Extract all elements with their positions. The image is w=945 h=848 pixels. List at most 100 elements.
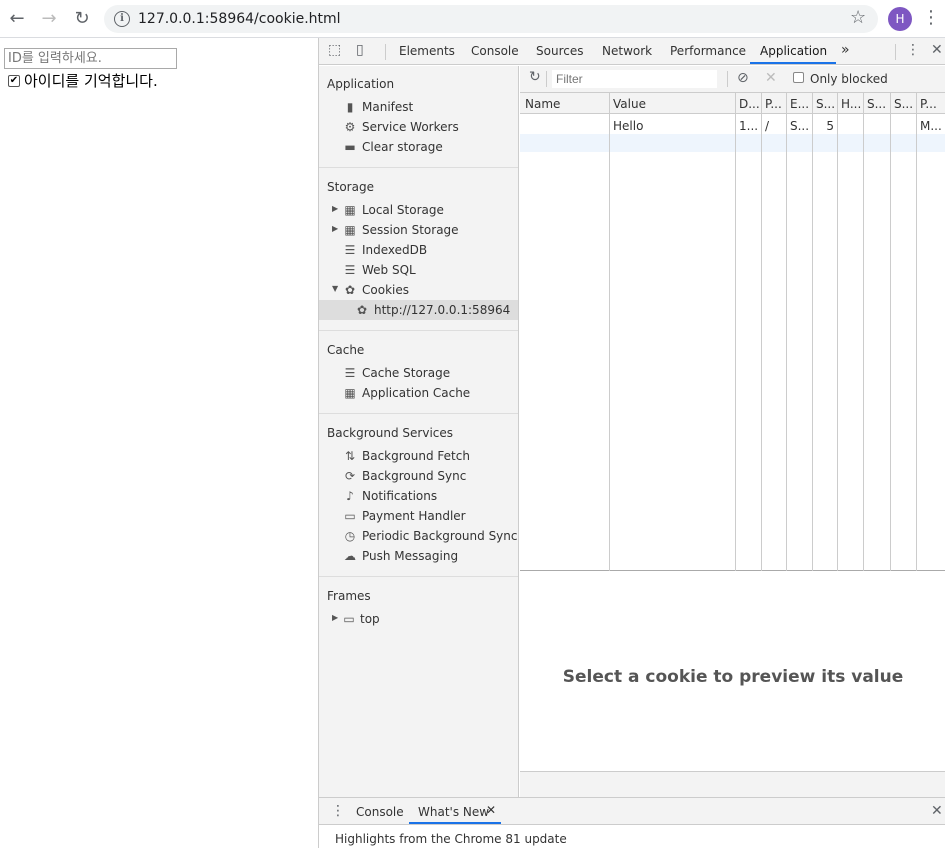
delete-selected-icon[interactable]: ✕ [765,70,777,86]
address-bar[interactable]: i 127.0.0.1:58964/cookie.html ☆ [104,5,878,33]
sidebar-item-indexeddb[interactable]: ☰ IndexedDB [319,240,518,260]
grid-icon: ▦ [344,386,356,400]
whats-new-highlights: Highlights from the Chrome 81 update [335,832,567,846]
devtools-menu-icon[interactable]: ⋮ [906,42,920,58]
device-toolbar-icon[interactable]: ▯ [356,42,364,58]
sidebar-header-application: Application [327,77,395,91]
column-header-httponly[interactable]: H... [841,97,862,111]
sidebar-item-background-fetch[interactable]: ⇅ Background Fetch [319,446,518,466]
cloud-icon: ☁ [344,549,356,563]
table-row-empty[interactable] [520,134,945,152]
cell-value[interactable]: Hello [613,119,731,133]
drawer-tab-console[interactable]: Console [356,805,404,819]
sidebar-header-cache: Cache [327,343,365,357]
column-header-path[interactable]: P... [765,97,785,111]
sidebar-item-cookie-origin[interactable]: ✿ http://127.0.0.1:58964 [319,300,518,320]
credit-card-icon: ▭ [344,509,356,523]
cookies-table: Name Value D... P... E... S... H... S...… [520,93,945,571]
clock-icon: ◷ [344,529,356,543]
forward-icon[interactable]: → [38,8,60,30]
up-down-arrows-icon: ⇅ [344,449,356,463]
tab-application[interactable]: Application [760,44,827,58]
refresh-icon[interactable]: ↻ [529,69,541,85]
sidebar-item-clear-storage[interactable]: ▬ Clear storage [319,137,518,157]
database-icon: ☰ [344,243,356,257]
expand-triangle-icon[interactable]: ▶ [332,613,338,622]
close-tab-icon[interactable]: ✕ [486,803,496,817]
sync-icon: ⟳ [344,469,356,483]
database-icon: ☰ [344,263,356,277]
column-header-size[interactable]: S... [816,97,836,111]
close-devtools-icon[interactable]: ✕ [931,42,943,58]
sidebar-item-push-messaging[interactable]: ☁ Push Messaging [319,546,518,566]
only-blocked-label: Only blocked [810,72,888,86]
avatar[interactable]: H [888,7,912,31]
inspect-element-icon[interactable]: ⬚ [328,42,341,58]
column-header-secure[interactable]: S... [867,97,889,111]
cell-path[interactable]: / [765,119,785,133]
browser-toolbar: ← → ↻ i 127.0.0.1:58964/cookie.html ☆ H … [0,0,945,38]
expand-triangle-icon[interactable]: ▶ [332,204,338,213]
grid-icon: ▦ [344,223,356,237]
cookies-filterbar: ↻ ⊘ ✕ Only blocked [520,66,945,93]
sidebar-item-web-sql[interactable]: ☰ Web SQL [319,260,518,280]
window-icon: ▭ [343,612,355,626]
only-blocked-checkbox[interactable] [793,72,804,83]
column-header-priority[interactable]: P... [920,97,945,111]
preview-footer [520,771,945,797]
tab-sources[interactable]: Sources [536,44,583,58]
sidebar-item-service-workers[interactable]: ⚙ Service Workers [319,117,518,137]
close-drawer-icon[interactable]: ✕ [931,803,943,819]
info-icon[interactable]: i [114,11,130,27]
tab-network[interactable]: Network [602,44,652,58]
remember-checkbox-row[interactable]: ✔ 아이디를 기억합니다. [8,70,158,91]
more-tabs-icon[interactable]: » [841,42,850,58]
filter-input[interactable] [552,70,717,88]
expand-triangle-icon[interactable]: ▶ [332,224,338,233]
sidebar-item-periodic-background-sync[interactable]: ◷ Periodic Background Sync [319,526,518,546]
sidebar-item-payment-handler[interactable]: ▭ Payment Handler [319,506,518,526]
tab-console[interactable]: Console [471,44,519,58]
clear-all-icon[interactable]: ⊘ [737,70,749,86]
sidebar-header-background-services: Background Services [327,426,454,440]
devtools-tabbar: ⬚ ▯ Elements Console Sources Network Per… [319,38,945,65]
url-text: 127.0.0.1:58964/cookie.html [138,11,341,27]
cookie-icon: ✿ [356,303,368,317]
sidebar-item-session-storage[interactable]: ▶ ▦ Session Storage [319,220,518,240]
id-input[interactable] [4,48,177,69]
bell-icon: ♪ [346,489,354,503]
drawer-menu-icon[interactable]: ⋮ [331,803,345,819]
sidebar-item-manifest[interactable]: ▮ Manifest [319,97,518,117]
remember-label: 아이디를 기억합니다. [24,72,158,90]
sidebar-item-notifications[interactable]: ♪ Notifications [319,486,518,506]
sidebar-item-application-cache[interactable]: ▦ Application Cache [319,383,518,403]
column-header-name[interactable]: Name [525,97,605,111]
grid-icon: ▦ [344,203,356,217]
tab-performance[interactable]: Performance [670,44,746,58]
application-sidebar: Application ▮ Manifest ⚙ Service Workers… [319,66,519,797]
bookmark-star-icon[interactable]: ☆ [850,7,866,28]
sidebar-item-frame-top[interactable]: ▶ ▭ top [319,609,518,629]
cell-expires[interactable]: S... [790,119,811,133]
devtools-panel: ⬚ ▯ Elements Console Sources Network Per… [318,38,945,848]
document-icon: ▮ [346,100,354,114]
tab-elements[interactable]: Elements [399,44,455,58]
sidebar-item-cache-storage[interactable]: ☰ Cache Storage [319,363,518,383]
collapse-triangle-icon[interactable]: ▼ [332,284,338,293]
back-icon[interactable]: ← [6,8,28,30]
sidebar-item-local-storage[interactable]: ▶ ▦ Local Storage [319,200,518,220]
cookies-pane: ↻ ⊘ ✕ Only blocked Name Value D... P... [520,66,945,797]
column-header-value[interactable]: Value [613,97,731,111]
cell-domain[interactable]: 1... [739,119,760,133]
column-header-samesite[interactable]: S... [894,97,915,111]
drawer-tab-whats-new[interactable]: What's New [418,805,489,819]
sidebar-item-background-sync[interactable]: ⟳ Background Sync [319,466,518,486]
browser-menu-icon[interactable]: ⋮ [922,6,940,30]
column-header-domain[interactable]: D... [739,97,760,111]
sidebar-item-cookies[interactable]: ▼ ✿ Cookies [319,280,518,300]
cell-size[interactable]: 5 [816,119,834,133]
remember-checkbox[interactable]: ✔ [8,74,20,87]
reload-icon[interactable]: ↻ [71,8,93,30]
column-header-expires[interactable]: E... [790,97,811,111]
cell-priority[interactable]: M... [920,119,945,133]
